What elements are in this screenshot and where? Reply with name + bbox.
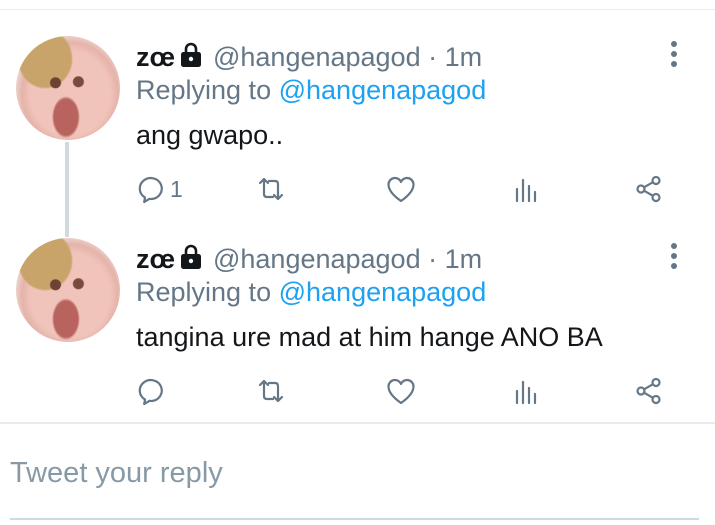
- lock-icon: [180, 42, 201, 67]
- stats-icon: [515, 178, 537, 203]
- section-divider: [0, 422, 715, 424]
- reply-button[interactable]: [136, 373, 170, 409]
- tweet-text: tangina ure mad at him hange ANO BA: [136, 322, 603, 352]
- retweet-icon: [258, 177, 284, 201]
- separator-dot: ·: [428, 42, 438, 72]
- reply-button[interactable]: 1: [136, 171, 183, 207]
- avatar[interactable]: [16, 36, 120, 140]
- retweet-button[interactable]: [256, 171, 286, 207]
- like-button[interactable]: [386, 373, 416, 409]
- heart-icon: [387, 176, 415, 203]
- display-name[interactable]: zœ: [136, 244, 175, 274]
- share-button[interactable]: [634, 171, 664, 207]
- user-handle[interactable]: @hangenapagod: [213, 42, 421, 72]
- reply-tweet[interactable]: zœ @hangenapagod · 1m Replying to @hangen…: [0, 230, 715, 430]
- separator-dot: ·: [428, 244, 438, 274]
- stats-button[interactable]: [511, 373, 541, 409]
- stats-button[interactable]: [511, 171, 541, 207]
- replying-to: Replying to @hangenapagod: [136, 275, 486, 309]
- retweet-icon: [258, 379, 284, 403]
- tweet-text: ang gwapo..: [136, 120, 284, 150]
- tweet-actions: [136, 373, 676, 409]
- replying-to-handle[interactable]: @hangenapagod: [279, 277, 487, 307]
- user-handle[interactable]: @hangenapagod: [213, 244, 421, 274]
- tweet-reply-input[interactable]: [10, 450, 690, 496]
- reply-count: 1: [170, 175, 183, 202]
- tweet-header: zœ @hangenapagod · 1m: [136, 242, 482, 276]
- replying-to-label: Replying to: [136, 75, 272, 105]
- tweet-header: zœ @hangenapagod · 1m: [136, 40, 482, 74]
- replying-to: Replying to @hangenapagod: [136, 73, 486, 107]
- replying-to-handle[interactable]: @hangenapagod: [279, 75, 487, 105]
- lock-icon: [180, 244, 201, 269]
- timestamp[interactable]: 1m: [445, 42, 483, 72]
- display-name[interactable]: zœ: [136, 42, 175, 72]
- more-vertical-icon[interactable]: [660, 41, 688, 73]
- heart-icon: [387, 378, 415, 405]
- reply-icon: [138, 379, 163, 406]
- reply-icon: [138, 177, 163, 204]
- tweet-actions: 1: [136, 171, 676, 207]
- reply-input-underline: [10, 518, 699, 520]
- retweet-button[interactable]: [256, 373, 286, 409]
- avatar[interactable]: [16, 238, 120, 342]
- top-divider: [0, 9, 715, 10]
- timestamp[interactable]: 1m: [445, 244, 483, 274]
- share-icon: [636, 175, 661, 203]
- replying-to-label: Replying to: [136, 277, 272, 307]
- share-icon: [636, 377, 661, 405]
- share-button[interactable]: [634, 373, 664, 409]
- stats-icon: [515, 380, 537, 405]
- like-button[interactable]: [386, 171, 416, 207]
- more-vertical-icon[interactable]: [660, 243, 688, 275]
- reply-tweet[interactable]: zœ @hangenapagod · 1m Replying to @hangen…: [0, 28, 715, 228]
